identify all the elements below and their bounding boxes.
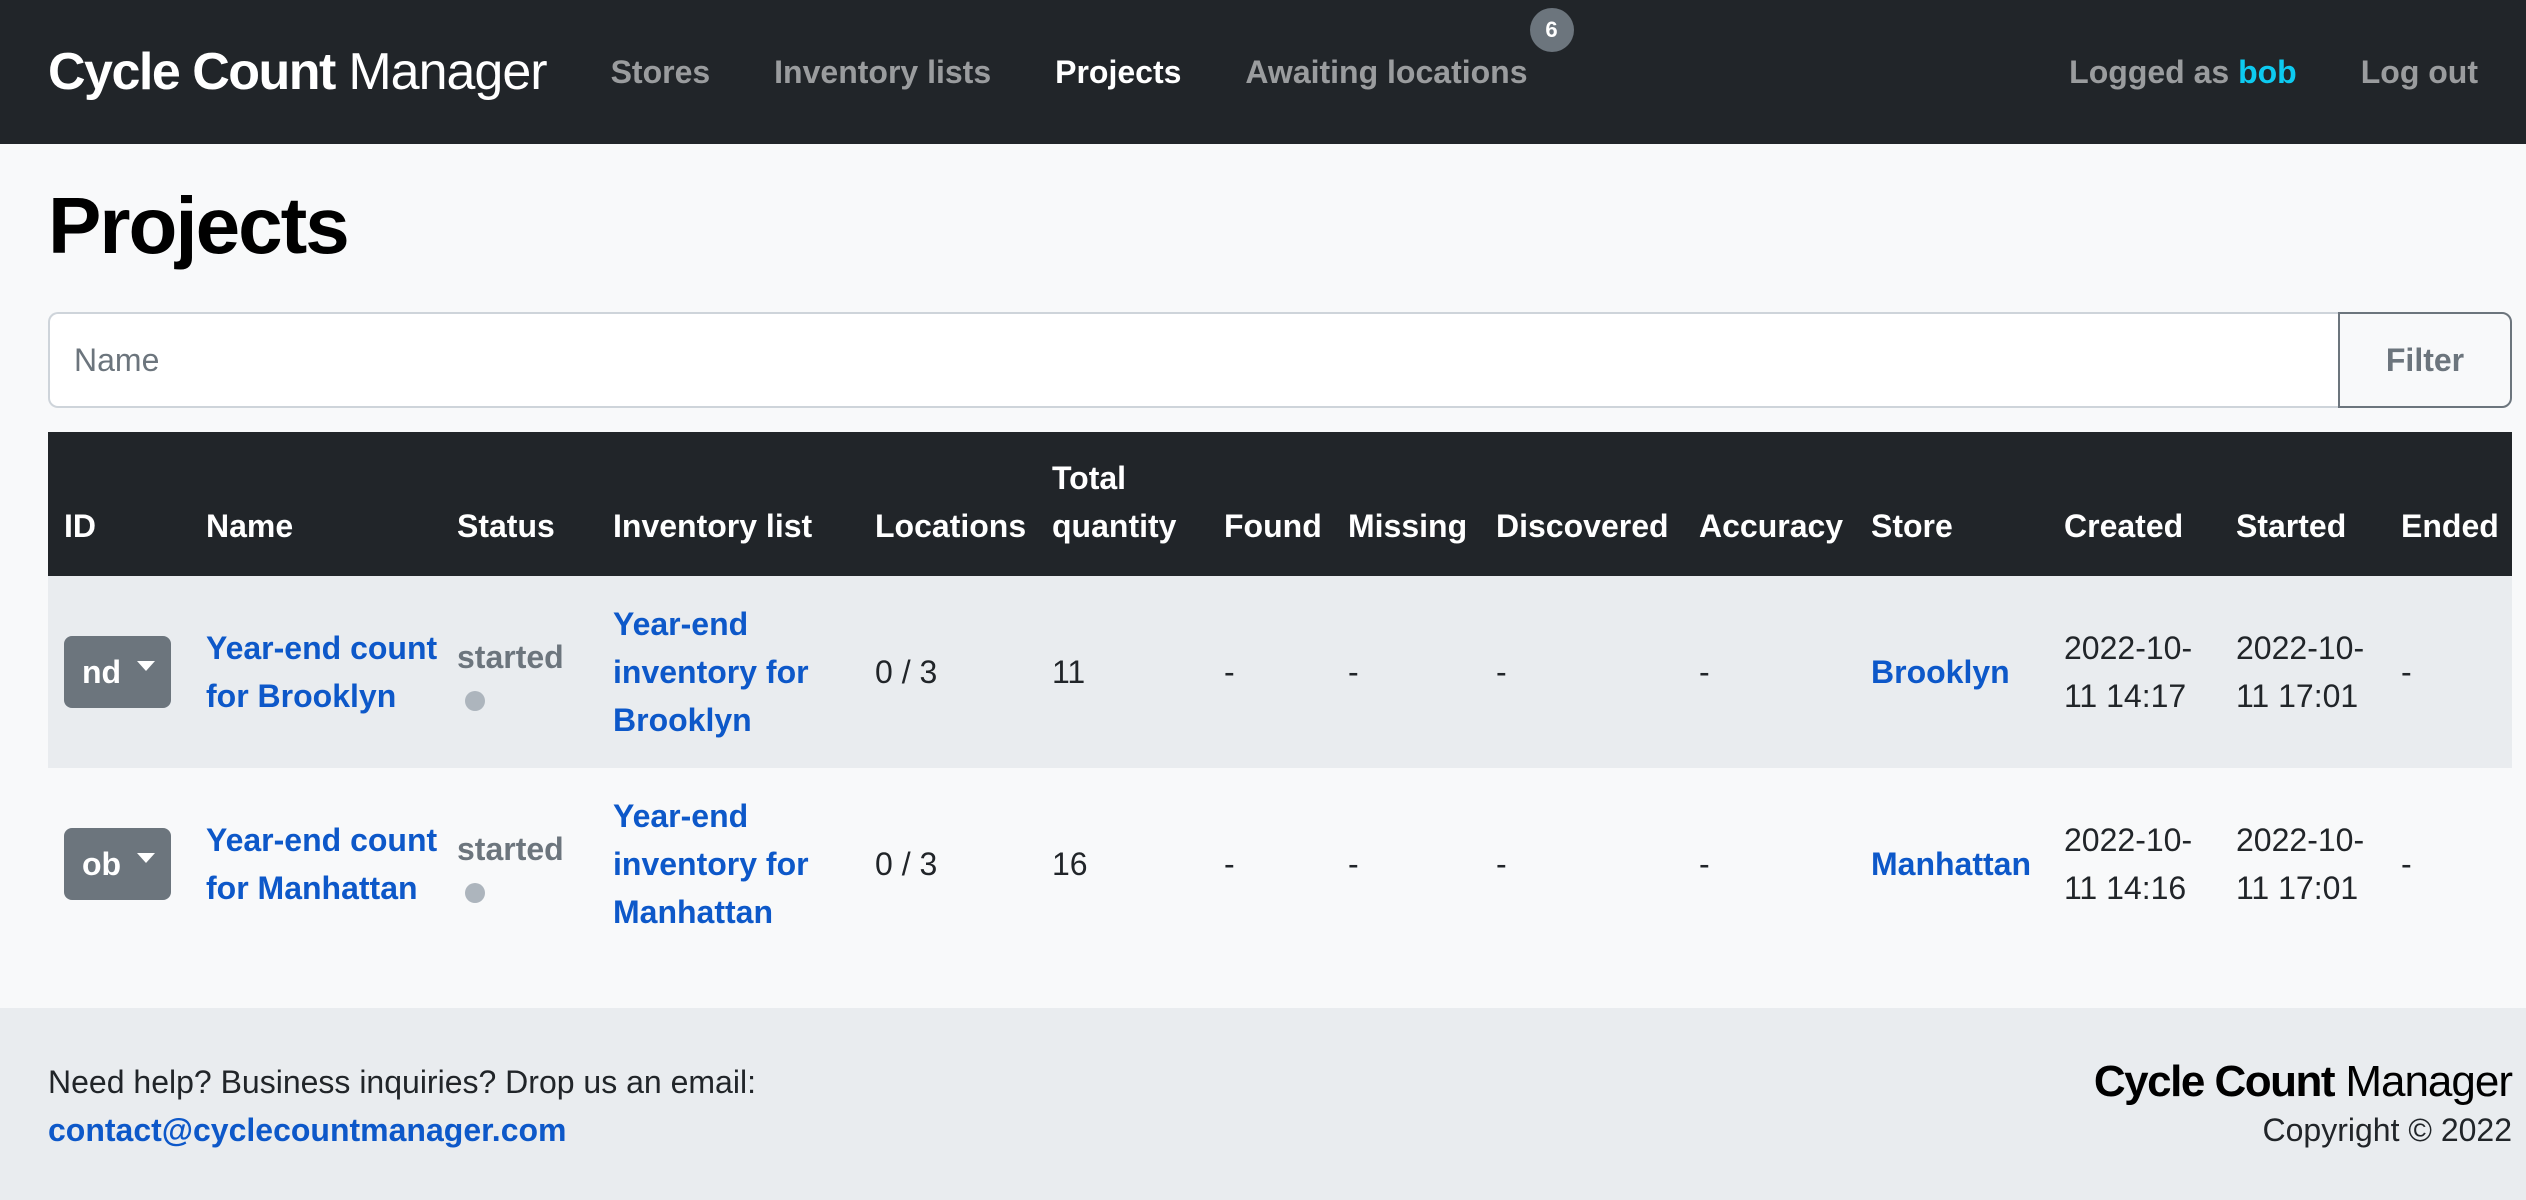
status-dot-icon: [465, 883, 485, 903]
project-name-link[interactable]: Year-end count for Brooklyn: [206, 630, 437, 714]
filter-form: Filter: [48, 312, 2512, 408]
cell-total-quantity: 16: [1036, 768, 1208, 960]
brand-name-light: Manager: [348, 43, 547, 101]
caret-down-icon: [137, 661, 156, 671]
column-header-found[interactable]: Found: [1208, 432, 1332, 576]
cell-missing: -: [1332, 576, 1480, 768]
logged-as-prefix: Logged as: [2069, 53, 2230, 90]
logout-link[interactable]: Log out: [2361, 54, 2478, 91]
cell-discovered: -: [1480, 576, 1683, 768]
column-header-accuracy[interactable]: Accuracy: [1683, 432, 1855, 576]
column-header-discovered[interactable]: Discovered: [1480, 432, 1683, 576]
cell-found: -: [1208, 768, 1332, 960]
id-dropdown-button[interactable]: nd: [64, 636, 172, 708]
footer-brand-light: Manager: [2345, 1057, 2513, 1106]
store-link[interactable]: Manhattan: [1871, 846, 2031, 882]
cell-created: 2022-10-11 14:17: [2048, 576, 2220, 768]
footer-email-link[interactable]: contact@cyclecountmanager.com: [48, 1106, 756, 1154]
column-header-name[interactable]: Name: [190, 432, 441, 576]
table-row: ob Year-end count for Manhattan started …: [48, 768, 2512, 960]
cell-discovered: -: [1480, 768, 1683, 960]
cell-inventory-list: Year-end inventory for Brooklyn: [597, 576, 859, 768]
id-dropdown-label: ob: [82, 846, 122, 882]
cell-id: nd: [48, 576, 190, 768]
footer-brand-bold: Cycle Count: [2093, 1057, 2336, 1106]
cell-ended: -: [2385, 768, 2512, 960]
page-footer: Need help? Business inquiries? Drop us a…: [0, 1008, 2526, 1200]
nav-user-area: Logged as bob Log out: [2069, 54, 2478, 91]
column-header-created[interactable]: Created: [2048, 432, 2220, 576]
cell-started: 2022-10-11 17:01: [2220, 576, 2385, 768]
cell-id: ob: [48, 768, 190, 960]
column-header-missing[interactable]: Missing: [1332, 432, 1480, 576]
projects-table: ID Name Status Inventory list Locations …: [48, 432, 2512, 960]
footer-brand-area: Cycle Count Manager Copyright © 2022: [2093, 1057, 2513, 1154]
column-header-started[interactable]: Started: [2220, 432, 2385, 576]
footer-brand-logo: Cycle Count Manager: [2093, 1057, 2513, 1106]
table-header: ID Name Status Inventory list Locations …: [48, 432, 2512, 576]
table-body: nd Year-end count for Brooklyn started Y…: [48, 576, 2512, 960]
column-header-id[interactable]: ID: [48, 432, 190, 576]
cell-name: Year-end count for Brooklyn: [190, 576, 441, 768]
cell-store: Brooklyn: [1855, 576, 2048, 768]
cell-name: Year-end count for Manhattan: [190, 768, 441, 960]
nav-menu: Stores Inventory lists Projects Awaiting…: [611, 7, 1592, 91]
cell-store: Manhattan: [1855, 768, 2048, 960]
table-row: nd Year-end count for Brooklyn started Y…: [48, 576, 2512, 768]
status-text: started: [457, 831, 564, 867]
brand-name-bold: Cycle Count: [48, 43, 336, 101]
column-header-store[interactable]: Store: [1855, 432, 2048, 576]
cell-total-quantity: 11: [1036, 576, 1208, 768]
username-link[interactable]: bob: [2238, 54, 2297, 90]
column-header-total-quantity-line2: quantity: [1052, 508, 1177, 544]
nav-link-stores[interactable]: Stores: [611, 54, 711, 91]
footer-contact: Need help? Business inquiries? Drop us a…: [48, 1058, 756, 1154]
cell-accuracy: -: [1683, 768, 1855, 960]
awaiting-count-badge: 6: [1529, 7, 1574, 52]
footer-help-text: Need help? Business inquiries? Drop us a…: [48, 1064, 756, 1100]
cell-ended: -: [2385, 576, 2512, 768]
filter-button[interactable]: Filter: [2338, 312, 2512, 408]
status-text: started: [457, 639, 564, 675]
cell-status: started: [441, 768, 597, 960]
column-header-status[interactable]: Status: [441, 432, 597, 576]
nav-link-awaiting-locations-label: Awaiting locations: [1245, 53, 1528, 90]
cell-created: 2022-10-11 14:16: [2048, 768, 2220, 960]
status-dot-icon: [465, 691, 485, 711]
footer-copyright: Copyright © 2022: [2262, 1112, 2513, 1148]
column-header-locations[interactable]: Locations: [859, 432, 1036, 576]
nav-link-projects[interactable]: Projects: [1055, 54, 1181, 91]
cell-started: 2022-10-11 17:01: [2220, 768, 2385, 960]
cell-locations: 0 / 3: [859, 768, 1036, 960]
store-link[interactable]: Brooklyn: [1871, 654, 2010, 690]
name-filter-input[interactable]: [48, 312, 2338, 408]
id-dropdown-button[interactable]: ob: [64, 828, 172, 900]
inventory-list-link[interactable]: Year-end inventory for Manhattan: [613, 798, 809, 930]
id-dropdown-label: nd: [82, 654, 122, 690]
nav-link-inventory-lists[interactable]: Inventory lists: [774, 54, 991, 91]
brand-logo[interactable]: Cycle Count Manager: [48, 42, 548, 102]
column-header-total-quantity-line1: Total: [1052, 460, 1127, 496]
nav-link-awaiting-locations[interactable]: Awaiting locations 6: [1245, 7, 1574, 91]
logged-as-text: Logged as bob: [2069, 54, 2297, 91]
page-title: Projects: [48, 181, 350, 270]
project-name-link[interactable]: Year-end count for Manhattan: [206, 822, 437, 906]
inventory-list-link[interactable]: Year-end inventory for Brooklyn: [613, 606, 809, 738]
cell-inventory-list: Year-end inventory for Manhattan: [597, 768, 859, 960]
caret-down-icon: [137, 853, 156, 863]
column-header-total-quantity[interactable]: Total quantity: [1036, 432, 1208, 576]
cell-accuracy: -: [1683, 576, 1855, 768]
top-navbar: Cycle Count Manager Stores Inventory lis…: [0, 0, 2526, 144]
column-header-inventory-list[interactable]: Inventory list: [597, 432, 859, 576]
cell-locations: 0 / 3: [859, 576, 1036, 768]
cell-status: started: [441, 576, 597, 768]
column-header-ended[interactable]: Ended: [2385, 432, 2512, 576]
cell-missing: -: [1332, 768, 1480, 960]
cell-found: -: [1208, 576, 1332, 768]
